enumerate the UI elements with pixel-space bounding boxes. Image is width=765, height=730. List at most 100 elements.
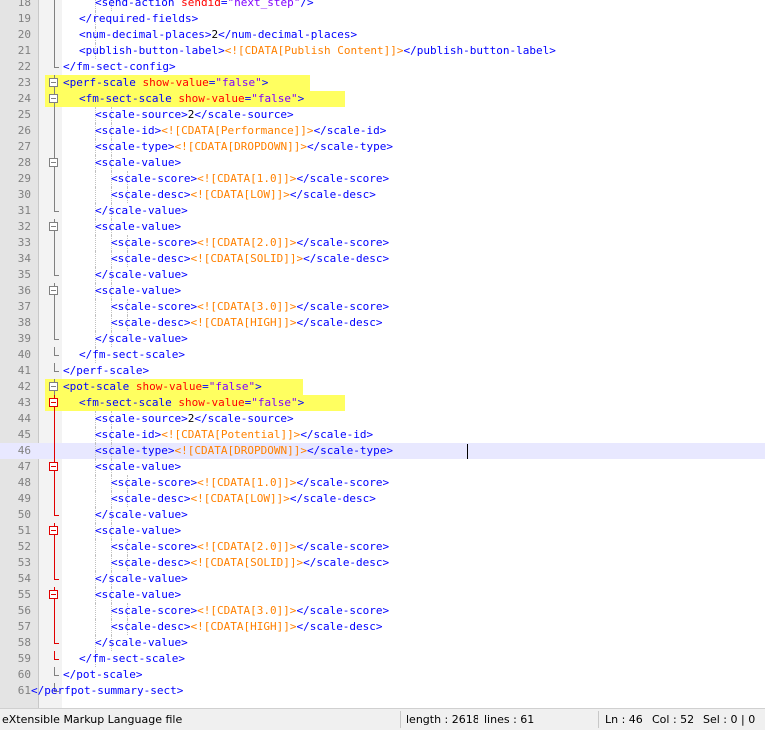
code-text[interactable]: <publish-button-label><![CDATA[Publish C…: [79, 43, 556, 59]
code-line[interactable]: 52 <scale-score><![CDATA[2.0]]></scale-sc…: [0, 539, 765, 555]
code-line[interactable]: 21 <publish-button-label><![CDATA[Publish…: [0, 43, 765, 59]
code-text[interactable]: <scale-type><![CDATA[DROPDOWN]]></scale-…: [95, 443, 393, 459]
collapse-fold-icon[interactable]: [49, 462, 58, 471]
code-line[interactable]: 34 <scale-desc><![CDATA[SOLID]]></scale-d…: [0, 251, 765, 267]
code-editor[interactable]: 18 <send-action sendid="next_step"/> 19 </r…: [0, 0, 765, 708]
code-line[interactable]: 51 <scale-value>: [0, 523, 765, 539]
code-line[interactable]: 22 </fm-sect-config>: [0, 59, 765, 75]
code-line[interactable]: 31 </scale-value>: [0, 203, 765, 219]
collapse-fold-icon[interactable]: [49, 94, 58, 103]
code-text[interactable]: <perf-scale show-value="false">: [63, 75, 268, 91]
code-text[interactable]: <scale-value>: [95, 459, 181, 475]
code-line[interactable]: 24 <fm-sect-scale show-value="false">: [0, 91, 765, 107]
code-text[interactable]: <scale-id><![CDATA[Performance]]></scale…: [95, 123, 386, 139]
code-text[interactable]: </scale-value>: [95, 507, 188, 523]
code-line[interactable]: 49 <scale-desc><![CDATA[LOW]]></scale-des…: [0, 491, 765, 507]
code-line[interactable]: 50 </scale-value>: [0, 507, 765, 523]
code-text[interactable]: <scale-desc><![CDATA[LOW]]></scale-desc>: [111, 187, 376, 203]
code-text[interactable]: <fm-sect-scale show-value="false">: [79, 91, 304, 107]
code-line[interactable]: 41 </perf-scale>: [0, 363, 765, 379]
collapse-fold-icon[interactable]: [49, 590, 58, 599]
collapse-fold-icon[interactable]: [49, 398, 58, 407]
code-text[interactable]: </fm-sect-scale>: [79, 347, 185, 363]
code-text[interactable]: <scale-score><![CDATA[3.0]]></scale-scor…: [111, 299, 389, 315]
collapse-fold-icon[interactable]: [49, 286, 58, 295]
code-line[interactable]: 35 </scale-value>: [0, 267, 765, 283]
code-text[interactable]: <fm-sect-scale show-value="false">: [79, 395, 304, 411]
collapse-fold-icon[interactable]: [49, 158, 58, 167]
code-text[interactable]: <scale-source>2</scale-source>: [95, 107, 294, 123]
code-line[interactable]: 44 <scale-source>2</scale-source>: [0, 411, 765, 427]
collapse-fold-icon[interactable]: [49, 222, 58, 231]
code-text[interactable]: <scale-score><![CDATA[1.0]]></scale-scor…: [111, 475, 389, 491]
code-text[interactable]: <send-action sendid="next_step"/>: [95, 0, 314, 11]
code-text[interactable]: </pot-scale>: [63, 667, 142, 683]
code-text[interactable]: </fm-sect-scale>: [79, 651, 185, 667]
code-line[interactable]: 29 <scale-score><![CDATA[1.0]]></scale-sc…: [0, 171, 765, 187]
code-line[interactable]: 54 </scale-value>: [0, 571, 765, 587]
code-line[interactable]: 37 <scale-score><![CDATA[3.0]]></scale-sc…: [0, 299, 765, 315]
code-text[interactable]: </perf-scale>: [63, 363, 149, 379]
code-line[interactable]: 46 <scale-type><![CDATA[DROPDOWN]]></scal…: [0, 443, 765, 459]
code-text[interactable]: </scale-value>: [95, 635, 188, 651]
fold-guide-line: [54, 171, 55, 187]
code-line[interactable]: 55 <scale-value>: [0, 587, 765, 603]
code-line[interactable]: 57 <scale-desc><![CDATA[HIGH]]></scale-de…: [0, 619, 765, 635]
code-text[interactable]: <scale-desc><![CDATA[SOLID]]></scale-des…: [111, 555, 389, 571]
code-line[interactable]: 19 </required-fields>: [0, 11, 765, 27]
code-line[interactable]: 42 <pot-scale show-value="false">: [0, 379, 765, 395]
code-line[interactable]: 28 <scale-value>: [0, 155, 765, 171]
code-line[interactable]: 18 <send-action sendid="next_step"/>: [0, 0, 765, 11]
code-line[interactable]: 25 <scale-source>2</scale-source>: [0, 107, 765, 123]
code-text[interactable]: <scale-score><![CDATA[2.0]]></scale-scor…: [111, 539, 389, 555]
code-line[interactable]: 59 </fm-sect-scale>: [0, 651, 765, 667]
code-line[interactable]: 38 <scale-desc><![CDATA[HIGH]]></scale-de…: [0, 315, 765, 331]
code-text[interactable]: <num-decimal-places>2</num-decimal-place…: [79, 27, 357, 43]
code-line[interactable]: 32 <scale-value>: [0, 219, 765, 235]
code-line[interactable]: 61 </perfpot-summary-sect>: [0, 683, 765, 699]
code-text[interactable]: <scale-desc><![CDATA[LOW]]></scale-desc>: [111, 491, 376, 507]
code-text[interactable]: </required-fields>: [79, 11, 198, 27]
code-text[interactable]: </scale-value>: [95, 203, 188, 219]
code-text[interactable]: <scale-score><![CDATA[1.0]]></scale-scor…: [111, 171, 389, 187]
code-line[interactable]: 30 <scale-desc><![CDATA[LOW]]></scale-des…: [0, 187, 765, 203]
code-text[interactable]: <scale-score><![CDATA[3.0]]></scale-scor…: [111, 603, 389, 619]
collapse-fold-icon[interactable]: [49, 526, 58, 535]
code-line[interactable]: 60 </pot-scale>: [0, 667, 765, 683]
collapse-fold-icon[interactable]: [49, 382, 58, 391]
code-line[interactable]: 48 <scale-score><![CDATA[1.0]]></scale-sc…: [0, 475, 765, 491]
code-line[interactable]: 43 <fm-sect-scale show-value="false">: [0, 395, 765, 411]
code-line[interactable]: 53 <scale-desc><![CDATA[SOLID]]></scale-d…: [0, 555, 765, 571]
code-line[interactable]: 45 <scale-id><![CDATA[Potential]]></scale…: [0, 427, 765, 443]
code-text[interactable]: <scale-desc><![CDATA[SOLID]]></scale-des…: [111, 251, 389, 267]
code-text[interactable]: <scale-value>: [95, 523, 181, 539]
code-text[interactable]: <scale-desc><![CDATA[HIGH]]></scale-desc…: [111, 619, 383, 635]
code-text[interactable]: <scale-value>: [95, 219, 181, 235]
code-text[interactable]: <scale-score><![CDATA[2.0]]></scale-scor…: [111, 235, 389, 251]
code-text[interactable]: </scale-value>: [95, 571, 188, 587]
code-line[interactable]: 23 <perf-scale show-value="false">: [0, 75, 765, 91]
code-line[interactable]: 58 </scale-value>: [0, 635, 765, 651]
code-text[interactable]: </scale-value>: [95, 267, 188, 283]
code-line[interactable]: 40 </fm-sect-scale>: [0, 347, 765, 363]
code-line[interactable]: 27 <scale-type><![CDATA[DROPDOWN]]></scal…: [0, 139, 765, 155]
code-line[interactable]: 47 <scale-value>: [0, 459, 765, 475]
code-line[interactable]: 33 <scale-score><![CDATA[2.0]]></scale-sc…: [0, 235, 765, 251]
code-text[interactable]: <scale-desc><![CDATA[HIGH]]></scale-desc…: [111, 315, 383, 331]
code-line[interactable]: 26 <scale-id><![CDATA[Performance]]></sca…: [0, 123, 765, 139]
code-text[interactable]: </perfpot-summary-sect>: [31, 683, 183, 699]
code-text[interactable]: <pot-scale show-value="false">: [63, 379, 262, 395]
code-text[interactable]: <scale-value>: [95, 283, 181, 299]
code-text[interactable]: <scale-source>2</scale-source>: [95, 411, 294, 427]
code-line[interactable]: 56 <scale-score><![CDATA[3.0]]></scale-sc…: [0, 603, 765, 619]
code-text[interactable]: <scale-value>: [95, 587, 181, 603]
code-text[interactable]: </fm-sect-config>: [63, 59, 176, 75]
code-text[interactable]: </scale-value>: [95, 331, 188, 347]
code-line[interactable]: 20 <num-decimal-places>2</num-decimal-pla…: [0, 27, 765, 43]
code-text[interactable]: <scale-type><![CDATA[DROPDOWN]]></scale-…: [95, 139, 393, 155]
code-text[interactable]: <scale-value>: [95, 155, 181, 171]
code-text[interactable]: <scale-id><![CDATA[Potential]]></scale-i…: [95, 427, 373, 443]
code-line[interactable]: 36 <scale-value>: [0, 283, 765, 299]
collapse-fold-icon[interactable]: [49, 78, 58, 87]
code-line[interactable]: 39 </scale-value>: [0, 331, 765, 347]
